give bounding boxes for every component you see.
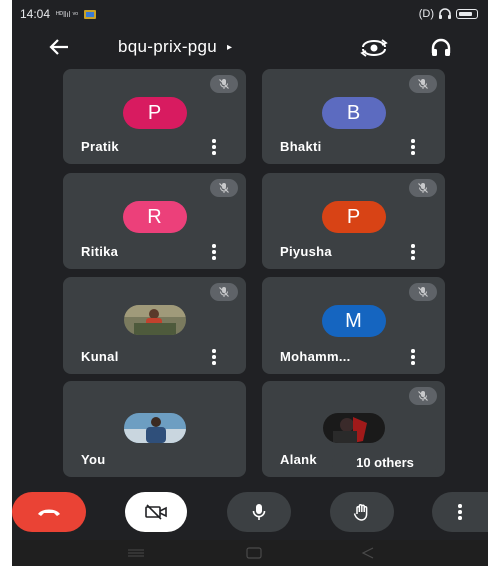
menu-lines-icon xyxy=(128,549,144,557)
arrow-left-icon xyxy=(49,39,68,55)
participant-name: Alank xyxy=(280,452,317,467)
participant-menu-button[interactable] xyxy=(208,243,220,261)
avatar: P xyxy=(321,201,386,233)
microphone-icon xyxy=(252,504,266,520)
camera-off-icon xyxy=(145,504,167,520)
headphones-icon xyxy=(431,38,451,56)
muted-mic-badge xyxy=(409,75,437,93)
battery-icon xyxy=(456,9,478,19)
status-bar: 14:04 ᴴᴰ‖ıl ᵛᵒ (D) xyxy=(12,0,488,28)
more-vert-icon xyxy=(458,504,462,520)
avatar-photo xyxy=(123,413,186,443)
vibrate-icon: (D) xyxy=(418,8,434,20)
microphone-toggle-button[interactable] xyxy=(227,492,291,532)
participant-name: Piyusha xyxy=(280,244,332,259)
participant-name: Pratik xyxy=(81,139,119,154)
signal-indicators: ᴴᴰ‖ıl ᵛᵒ xyxy=(56,9,79,19)
participant-name: Bhakti xyxy=(280,139,322,154)
raise-hand-icon xyxy=(353,504,368,521)
meeting-header: bqu-prix-pgu ▸ xyxy=(12,28,488,68)
avatar: R xyxy=(122,201,187,233)
participant-menu-button[interactable] xyxy=(208,348,220,366)
meeting-code: bqu-prix-pgu xyxy=(118,37,218,56)
participant-menu-button[interactable] xyxy=(407,348,419,366)
self-tile[interactable]: You xyxy=(63,381,246,477)
participant-tile[interactable]: M Mohamm... xyxy=(262,277,445,374)
self-photo-image xyxy=(123,413,186,443)
muted-mic-badge xyxy=(409,283,437,301)
nav-back-button[interactable] xyxy=(348,544,388,562)
nav-home-button[interactable] xyxy=(234,544,274,562)
avatar: P xyxy=(122,97,187,129)
mic-off-icon xyxy=(418,79,428,89)
participant-name: Ritika xyxy=(81,244,119,259)
home-square-icon xyxy=(246,547,262,559)
phone-screen: 14:04 ᴴᴰ‖ıl ᵛᵒ (D) bqu-prix-pgu ▸ P Prat… xyxy=(12,0,488,566)
participant-menu-button[interactable] xyxy=(208,138,220,156)
participant-name: You xyxy=(81,452,106,467)
phone-hangup-icon xyxy=(38,509,60,516)
switch-camera-button[interactable] xyxy=(358,34,390,64)
back-triangle-icon xyxy=(361,547,374,559)
participant-tile[interactable]: R Ritika xyxy=(63,173,246,269)
mic-off-icon xyxy=(418,287,428,297)
back-button[interactable] xyxy=(44,34,74,64)
participant-menu-button[interactable] xyxy=(407,243,419,261)
mic-off-icon xyxy=(219,183,229,193)
participant-tile[interactable]: P Piyusha xyxy=(262,173,445,269)
participant-tile[interactable]: P Pratik xyxy=(63,69,246,164)
avatar-photo xyxy=(123,305,186,335)
meeting-title[interactable]: bqu-prix-pgu ▸ xyxy=(118,37,232,57)
mic-off-icon xyxy=(418,183,428,193)
mic-off-icon xyxy=(418,391,428,401)
muted-mic-badge xyxy=(409,387,437,405)
end-call-button[interactable] xyxy=(12,492,86,532)
caret-right-icon: ▸ xyxy=(227,41,233,53)
participant-tile[interactable]: Kunal xyxy=(63,277,246,374)
muted-mic-badge xyxy=(210,75,238,93)
switch-camera-icon xyxy=(360,38,388,57)
system-nav-bar xyxy=(12,540,488,566)
more-options-button[interactable] xyxy=(432,492,488,532)
audio-output-button[interactable] xyxy=(426,34,456,64)
nav-menu-button[interactable] xyxy=(116,544,156,562)
avatar: B xyxy=(321,97,386,129)
camera-toggle-button[interactable] xyxy=(125,492,187,532)
muted-mic-badge xyxy=(210,179,238,197)
alank-photo-image xyxy=(322,413,385,443)
mic-off-icon xyxy=(219,287,229,297)
muted-mic-badge xyxy=(409,179,437,197)
status-time: 14:04 xyxy=(20,7,51,21)
avatar-photo xyxy=(322,413,385,443)
others-count-chip[interactable]: 10 others xyxy=(332,452,438,474)
notification-image-icon xyxy=(84,9,97,19)
participant-menu-button[interactable] xyxy=(407,138,419,156)
participant-name: Kunal xyxy=(81,349,119,364)
participant-tile[interactable]: B Bhakti xyxy=(262,69,445,164)
headset-status-icon xyxy=(439,8,451,19)
call-controls xyxy=(12,488,488,536)
participant-name: Mohamm... xyxy=(280,349,351,364)
muted-mic-badge xyxy=(210,283,238,301)
avatar: M xyxy=(321,305,386,337)
mic-off-icon xyxy=(219,79,229,89)
raise-hand-button[interactable] xyxy=(330,492,394,532)
status-right: (D) xyxy=(419,8,478,20)
kunal-photo-image xyxy=(123,305,186,335)
